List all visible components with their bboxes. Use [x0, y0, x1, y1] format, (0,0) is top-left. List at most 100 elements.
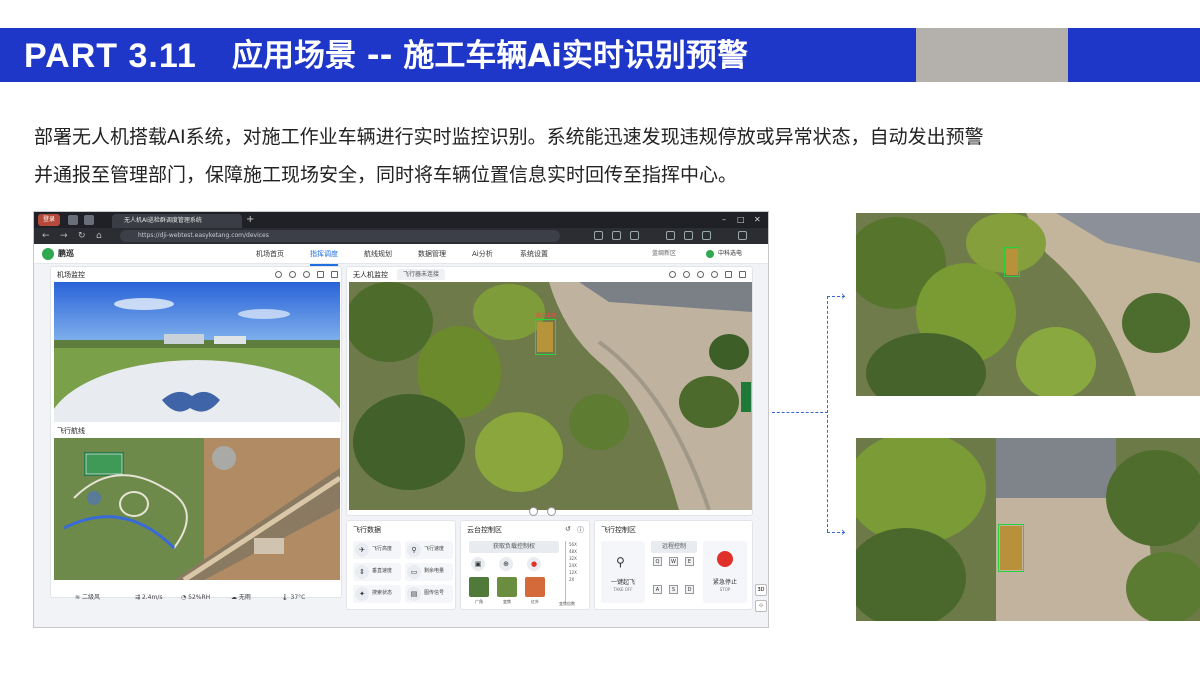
zoom-scale: 56X 48X 32X 24X 12X 2X	[569, 541, 577, 583]
region-select[interactable]: 蓝绸新区	[652, 244, 676, 264]
gimbal-control-panel: 云台控制区 ↺ ⓘ 获取负载控制权 ▣ ⊕ ● 广角 变焦 红外 56X 48X…	[460, 520, 590, 610]
pan-home-icon[interactable]	[547, 507, 556, 516]
address-input[interactable]: https://dji-webtest.easyketang.com/devic…	[120, 230, 560, 242]
takeoff-card[interactable]: ⚲ 一键起飞 TAKE OFF	[601, 541, 645, 603]
altitude-icon: ✈	[355, 543, 369, 557]
remote-control-button[interactable]: 远程控制	[651, 541, 697, 553]
flight-data-panel: 飞行数据 ✈ 飞行高度 ⚲ 飞行速度 ⇕ 垂直速度 ▭ 剩余电量 ✦ 搜索状态 …	[346, 520, 456, 610]
play-icon[interactable]	[303, 271, 310, 278]
slide-title: 应用场景 -- 施工车辆Ai实时识别预警	[232, 38, 748, 74]
wide-mode-thumb[interactable]	[469, 577, 489, 597]
zoom-level: 32X	[569, 556, 577, 561]
account-badge[interactable]: 登录	[38, 214, 60, 226]
header-end-block	[1068, 28, 1200, 82]
collections-icon[interactable]	[684, 231, 693, 240]
dock-camera-view	[54, 282, 340, 422]
key-e[interactable]: E	[685, 557, 694, 566]
route-map-image	[54, 438, 340, 580]
key-a[interactable]: A	[653, 585, 662, 594]
weather-item: ⇶ 2.4m/s	[135, 594, 163, 601]
battery-icon: ▭	[407, 565, 421, 579]
zoom-level: 24X	[569, 563, 577, 568]
altitude-card: ✈ 飞行高度	[353, 541, 401, 559]
nav-ai-analysis[interactable]: Ai分析	[472, 244, 493, 264]
app-navbar: 鹏巡 机场首页 指挥调度 航线规划 数据管理 Ai分析 系统设置 蓝绸新区 中科…	[34, 244, 768, 266]
description-line-2: 并通报至管理部门，保障施工现场安全，同时将车辆位置信息实时回传至指挥中心。	[34, 164, 738, 186]
user-avatar[interactable]	[706, 250, 714, 258]
browser-tab[interactable]: 无人机AI巡检群调度管理系统	[112, 214, 242, 228]
emergency-stop-card[interactable]: 紧急停止 STOP	[703, 541, 747, 603]
nav-home[interactable]: 机场首页	[256, 244, 284, 264]
stop-label: 紧急停止	[712, 579, 737, 586]
connector-line	[827, 296, 828, 532]
key-d[interactable]: D	[685, 585, 694, 594]
part-number: PART 3.11	[24, 37, 197, 75]
nav-dispatch[interactable]: 指挥调度	[310, 244, 338, 266]
pan-left-icon[interactable]	[529, 507, 538, 516]
wind-icon: ≋	[75, 594, 82, 601]
dock-camera-image	[54, 282, 340, 422]
nav-settings[interactable]: 系统设置	[520, 244, 548, 264]
flight-control-title: 飞行控制区	[601, 526, 636, 534]
rotate-icon[interactable]: ↺	[565, 525, 571, 533]
zoom-icon[interactable]	[594, 231, 603, 240]
refresh-icon[interactable]: ↻	[78, 230, 86, 242]
drone-refresh-icon[interactable]	[669, 271, 676, 278]
compass-icon[interactable]: ⊹	[755, 600, 767, 612]
zoom-level: 2X	[569, 577, 575, 582]
tab-actions-icon[interactable]	[68, 215, 78, 225]
logo-icon	[42, 248, 54, 260]
extensions-icon[interactable]	[702, 231, 711, 240]
user-name[interactable]: 中科选电	[718, 244, 742, 264]
forward-icon[interactable]: →	[60, 230, 68, 242]
zoom-caption: 变焦倍数	[559, 601, 575, 606]
arrow-right-icon: ›	[841, 525, 846, 539]
maximize-icon[interactable]: □	[737, 213, 745, 227]
key-s[interactable]: S	[669, 585, 678, 594]
view-3d-toggle[interactable]: 3D	[755, 584, 767, 596]
split-icon[interactable]	[666, 231, 675, 240]
favorite-icon[interactable]	[630, 231, 639, 240]
aerial-photo-1	[856, 213, 1200, 396]
menu-icon[interactable]	[738, 231, 747, 240]
takeoff-label: 一键起飞	[610, 579, 635, 586]
snapshot-icon[interactable]	[317, 271, 324, 278]
info-icon[interactable]: ⓘ	[577, 525, 584, 535]
zoom-mode-label: 变焦	[503, 599, 511, 604]
nav-route-planning[interactable]: 航线规划	[364, 244, 392, 264]
drone-monitor-title: 无人机监控	[353, 271, 388, 279]
drone-record-icon[interactable]	[683, 271, 690, 278]
ir-mode-thumb[interactable]	[525, 577, 545, 597]
battery-card: ▭ 剩余电量	[405, 563, 453, 581]
read-aloud-icon[interactable]	[612, 231, 621, 240]
new-tab-icon[interactable]: +	[246, 213, 254, 227]
camera-icon[interactable]: ▣	[471, 557, 485, 571]
drone-play-icon[interactable]	[697, 271, 704, 278]
takeoff-icon: ⚲	[616, 555, 625, 569]
refresh-view-icon[interactable]	[275, 271, 282, 278]
nav-data-management[interactable]: 数据管理	[418, 244, 446, 264]
fullscreen-icon[interactable]	[331, 271, 338, 278]
tab-list-icon[interactable]	[84, 215, 94, 225]
crosshair-icon[interactable]: ⊕	[499, 557, 513, 571]
back-icon[interactable]: ←	[42, 230, 50, 242]
drone-fullscreen-icon[interactable]	[725, 271, 732, 278]
drone-settings-icon[interactable]	[739, 271, 746, 278]
home-icon[interactable]: ⌂	[96, 230, 102, 242]
description: 部署无人机搭载AI系统，对施工作业车辆进行实时监控识别。系统能迅速发现违规停放或…	[34, 118, 1174, 194]
zoom-mode-thumb[interactable]	[497, 577, 517, 597]
search-status-card: ✦ 搜索状态	[353, 585, 401, 603]
key-w[interactable]: W	[669, 557, 678, 566]
get-control-button[interactable]: 获取负载控制权	[469, 541, 559, 553]
description-line-1: 部署无人机搭载AI系统，对施工作业车辆进行实时监控识别。系统能迅速发现违规停放或…	[34, 126, 984, 148]
flight-route-map[interactable]	[54, 438, 340, 580]
record-icon[interactable]	[289, 271, 296, 278]
drone-capture-icon[interactable]	[711, 271, 718, 278]
connection-status: 飞行器未连接	[397, 269, 446, 280]
close-icon[interactable]: ✕	[754, 213, 761, 227]
key-q[interactable]: Q	[653, 557, 662, 566]
record-button-icon[interactable]: ●	[527, 557, 541, 571]
gimbal-title: 云台控制区	[467, 526, 502, 534]
minimize-icon[interactable]: –	[722, 213, 726, 227]
airport-monitor-panel: 机场监控 飞行航线 ≋ 二级风 ⇶ 2.4m/s ◔ 52%RH ☁ 无雨 🌡 …	[50, 266, 342, 601]
